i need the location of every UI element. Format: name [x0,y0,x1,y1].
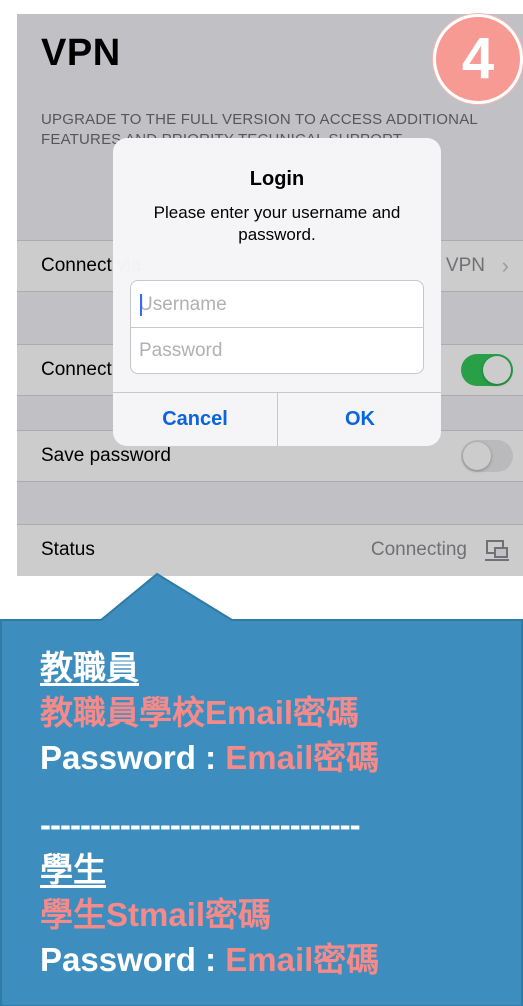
login-dialog: Login Please enter your username and pas… [113,138,441,446]
section-divider: -------------------------------- [40,806,361,843]
vpn-settings-screen: VPN UPGRADE TO THE FULL VERSION TO ACCES… [17,14,523,576]
student-note: 學生Stmail密碼 [40,896,272,933]
ok-button[interactable]: OK [278,393,441,446]
step-number-badge: 4 [433,14,523,104]
password-field[interactable] [139,329,417,373]
dialog-button-bar: Cancel OK [113,392,441,446]
student-password-prefix: Password : [40,941,226,978]
student-heading: 學生 [40,851,106,888]
staff-password-prefix: Password : [40,739,226,776]
field-divider [131,327,423,328]
text-caret [140,294,142,316]
staff-heading: 教職員 [40,649,139,686]
staff-password-value: Email密碼 [225,739,380,776]
staff-note: 教職員學校Email密碼 [40,694,360,731]
credentials-fields [130,280,424,374]
username-field[interactable] [139,283,417,327]
dialog-message: Please enter your username and password. [153,203,401,244]
staff-password-line: Password : Email密碼 [40,735,520,780]
dialog-title: Login [249,168,305,190]
student-password-line: Password : Email密碼 [40,937,520,982]
student-password-value: Email密碼 [225,941,380,978]
callout-instructions: 教職員 教職員學校Email密碼 Password : Email密碼 ----… [40,645,520,982]
cancel-button[interactable]: Cancel [113,393,277,446]
